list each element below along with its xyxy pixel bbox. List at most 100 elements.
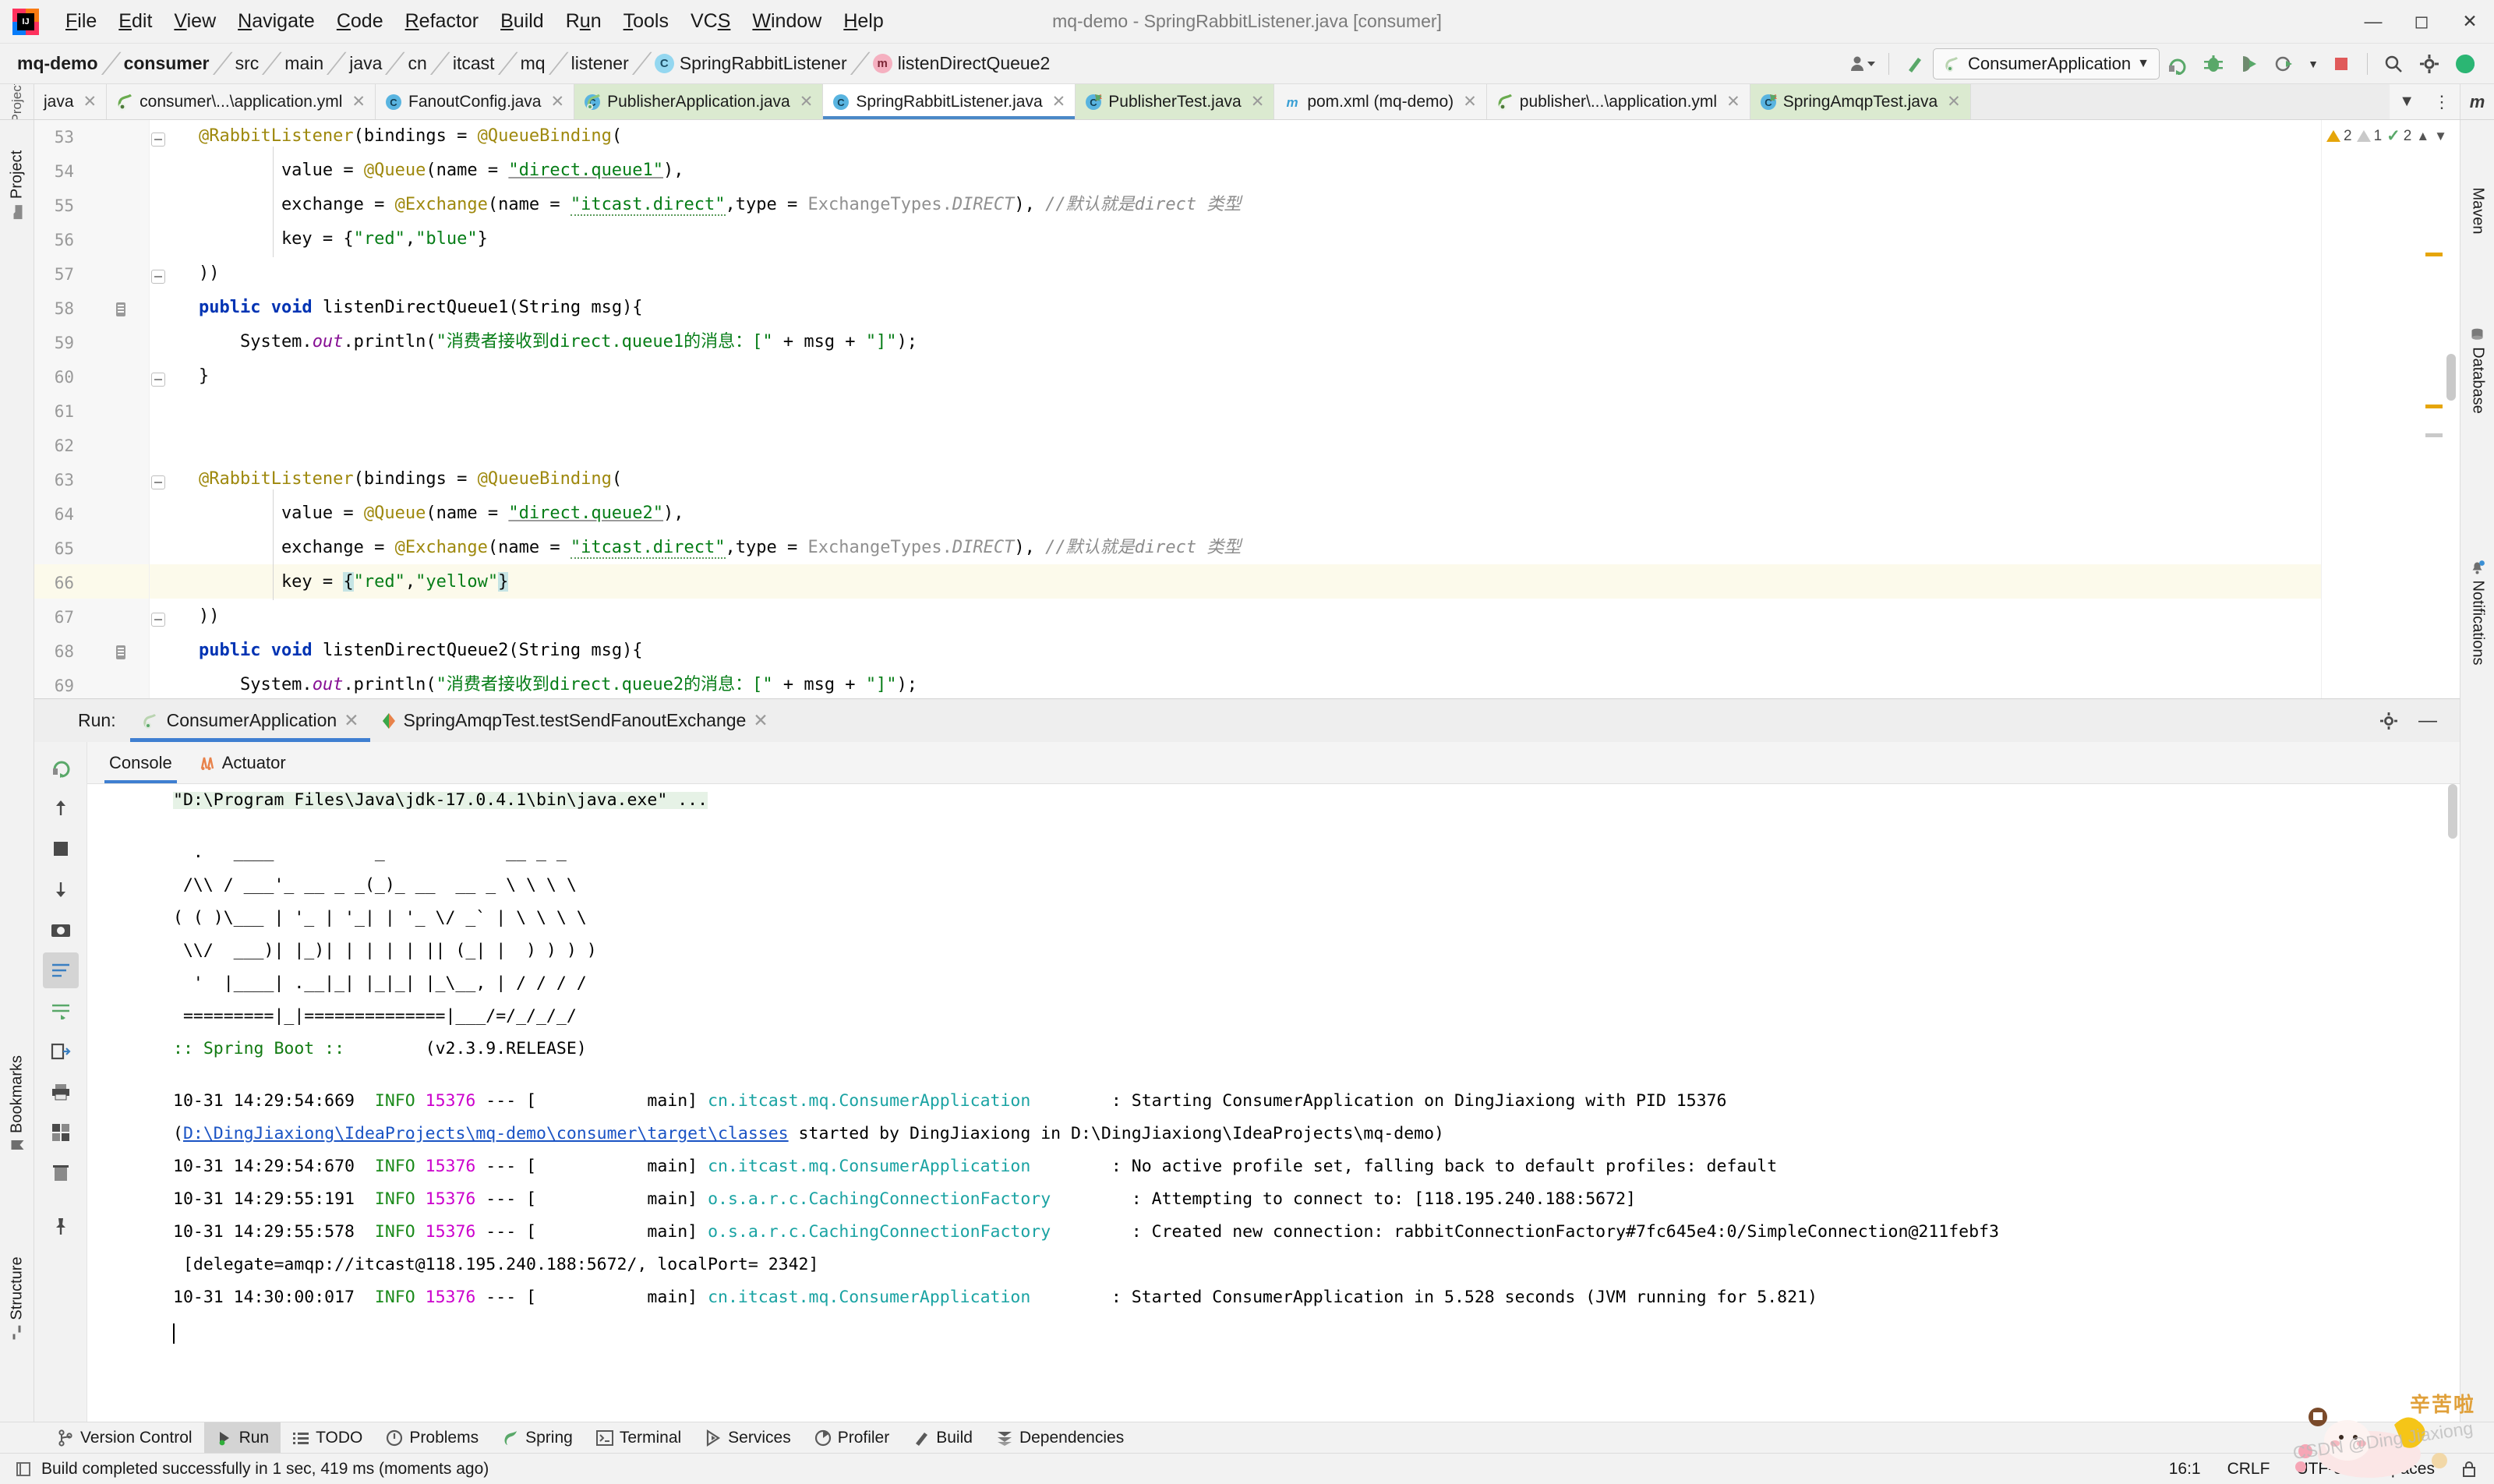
stop-icon[interactable] [43, 831, 79, 867]
file-encoding[interactable]: UTF-8 [2296, 1460, 2343, 1479]
build-hammer-icon[interactable] [1897, 48, 1933, 80]
breadcrumb-item-itcast[interactable]: itcast [453, 53, 495, 74]
editor-gutter[interactable]: 53 54 55 56 57 58 59 60 61 62 63 64 65 66 67 68 69 [34, 120, 165, 698]
tool-window-button-todo[interactable]: TODO [281, 1422, 374, 1453]
line-number[interactable]: 55 [34, 196, 74, 215]
more-vertical-icon[interactable]: ⋮ [2433, 93, 2450, 110]
warning-count[interactable]: 2 [2326, 128, 2352, 145]
settings-gear-icon[interactable] [2411, 48, 2447, 80]
tool-window-button-services[interactable]: Services [693, 1422, 803, 1453]
sidebar-item-project[interactable]: Project [8, 150, 26, 220]
debug-icon[interactable] [2195, 48, 2231, 80]
chevron-down-icon[interactable]: ▼ [2399, 93, 2415, 111]
code-line[interactable]: public void listenDirectQueue2(String ms… [157, 642, 643, 659]
close-icon[interactable]: ✕ [1251, 92, 1265, 111]
minimize-icon[interactable]: — [2410, 705, 2446, 737]
close-icon[interactable]: ✕ [344, 710, 359, 731]
inspection-counts[interactable]: 2 1 ✓ 2 ▲ ▼ [2322, 120, 2460, 146]
breadcrumb-item-listener[interactable]: listener [571, 53, 629, 74]
editor-tab-springamqptest-java[interactable]: C SpringAmqpTest.java ✕ [1750, 84, 1971, 119]
run-with-coverage-icon[interactable] [2231, 48, 2267, 80]
line-separator[interactable]: CRLF [2227, 1460, 2270, 1479]
sidebar-item-maven[interactable]: Maven [2468, 187, 2486, 234]
close-icon[interactable]: ✕ [1947, 92, 1961, 111]
status-message-area[interactable]: Build completed successfully in 1 sec, 4… [0, 1460, 489, 1479]
line-number[interactable]: 58 [34, 299, 74, 318]
console-output[interactable]: "D:\Program Files\Java\jdk-17.0.4.1\bin\… [87, 784, 2460, 1422]
gutter-marker-warning-2[interactable] [2425, 405, 2443, 408]
tab-actuator[interactable]: Actuator [188, 742, 297, 783]
line-number[interactable]: 56 [34, 231, 74, 249]
breadcrumb-item-java[interactable]: java [349, 53, 382, 74]
close-icon[interactable]: ✕ [2446, 0, 2494, 44]
layout-icon[interactable] [43, 1115, 79, 1150]
sidebar-item-notifications[interactable]: Notifications [2468, 560, 2486, 665]
read-only-lock-icon[interactable] [2461, 1461, 2477, 1478]
classpath-hyperlink[interactable]: D:\DingJiaxiong\IdeaProjects\mq-demo\con… [183, 1124, 789, 1143]
run-tab-spring-amqp-test[interactable]: SpringAmqpTest.testSendFanoutExchange ✕ [370, 699, 779, 742]
profile-icon[interactable] [2267, 48, 2303, 80]
editor-tab-chevron[interactable]: ▼ [2390, 84, 2424, 119]
breadcrumb-item-mq-demo[interactable]: mq-demo [17, 53, 98, 74]
editor-tab-publishertest-java[interactable]: C PublisherTest.java ✕ [1076, 84, 1275, 119]
gutter-marker-warning[interactable] [2425, 253, 2443, 256]
sidebar-item-bookmarks[interactable]: Bookmarks [8, 1055, 26, 1151]
search-icon[interactable] [2376, 48, 2411, 80]
soft-wrap-icon[interactable] [43, 993, 79, 1029]
rerun-icon[interactable] [43, 750, 79, 786]
chevron-down-icon[interactable]: ▼ [2137, 57, 2150, 71]
close-icon[interactable]: ✕ [1463, 92, 1477, 111]
tool-window-button-spring[interactable]: Spring [490, 1422, 585, 1453]
code-line[interactable]: exchange = @Exchange(name = "itcast.dire… [157, 195, 1241, 216]
code-line[interactable]: )) [157, 608, 220, 625]
sidebar-item-structure[interactable]: Structure [8, 1256, 26, 1340]
code-editor[interactable]: 53 54 55 56 57 58 59 60 61 62 63 64 65 66 67 68 69 @Rabb… [34, 120, 2460, 698]
menu-item-tools[interactable]: Tools [613, 7, 680, 36]
indent-setting[interactable]: 4 spaces [2369, 1460, 2435, 1479]
close-icon[interactable]: ✕ [1052, 92, 1066, 111]
line-number[interactable]: 64 [34, 505, 74, 524]
code-text-area[interactable]: @RabbitListener(bindings = @QueueBinding… [150, 120, 2460, 698]
run-gutter-icon[interactable] [112, 301, 129, 318]
line-number[interactable]: 62 [34, 436, 74, 455]
user-dropdown-icon[interactable] [1845, 48, 1881, 80]
line-number[interactable]: 61 [34, 402, 74, 421]
run-tab-consumer-application[interactable]: ConsumerApplication ✕ [129, 699, 370, 742]
run-gutter-icon[interactable] [112, 644, 129, 661]
checks-passed[interactable]: ✓ 2 [2386, 126, 2411, 146]
breadcrumb-item-src[interactable]: src [235, 53, 260, 74]
camera-icon[interactable] [43, 912, 79, 948]
chevron-down-icon[interactable]: ▼ [2434, 129, 2447, 144]
line-number[interactable]: 53 [34, 128, 74, 147]
profile-dropdown-icon[interactable]: ▼ [2303, 48, 2323, 80]
close-icon[interactable]: ✕ [753, 710, 768, 731]
tool-window-button-build[interactable]: Build [901, 1422, 984, 1453]
code-line[interactable]: public void listenDirectQueue1(String ms… [157, 299, 643, 316]
editor-tab-springrabbitlistener-java[interactable]: C SpringRabbitListener.java ✕ [823, 84, 1076, 119]
tool-window-button-dependencies[interactable]: Dependencies [984, 1422, 1136, 1453]
line-number[interactable]: 59 [34, 334, 74, 352]
stop-icon[interactable] [2323, 48, 2359, 80]
close-icon[interactable]: ✕ [351, 92, 366, 111]
menu-item-run[interactable]: Run [555, 7, 613, 36]
ide-help-icon[interactable] [2447, 48, 2483, 80]
code-line[interactable]: System.out.println("消费者接收到direct.queue1的… [157, 334, 917, 351]
code-line[interactable]: value = @Queue(name = "direct.queue2"), [157, 505, 684, 522]
sidebar-item-database[interactable]: Database [2468, 327, 2486, 414]
code-line[interactable]: @RabbitListener(bindings = @QueueBinding… [157, 471, 622, 488]
line-number[interactable]: 65 [34, 539, 74, 558]
menu-item-vcs[interactable]: VCS [680, 7, 741, 36]
close-icon[interactable]: ✕ [800, 92, 814, 111]
editor-tab-publisher-----application-yml[interactable]: publisher\...\application.yml ✕ [1486, 84, 1750, 119]
code-line[interactable]: )) [157, 265, 220, 282]
code-line[interactable]: } [157, 368, 209, 385]
tool-window-button-profiler[interactable]: Profiler [803, 1422, 902, 1453]
pin-icon[interactable] [43, 1208, 79, 1244]
caret-position[interactable]: 16:1 [2169, 1460, 2201, 1479]
editor-tab-fanoutconfig-java[interactable]: C FanoutConfig.java ✕ [376, 84, 575, 119]
breadcrumb-item-consumer[interactable]: consumer [124, 53, 210, 74]
editor-tab-java[interactable]: java ✕ [34, 84, 108, 119]
breadcrumb-item-cn[interactable]: cn [408, 53, 426, 74]
code-line[interactable]: System.out.println("消费者接收到direct.queue2的… [157, 677, 917, 694]
export-icon[interactable] [43, 1034, 79, 1069]
